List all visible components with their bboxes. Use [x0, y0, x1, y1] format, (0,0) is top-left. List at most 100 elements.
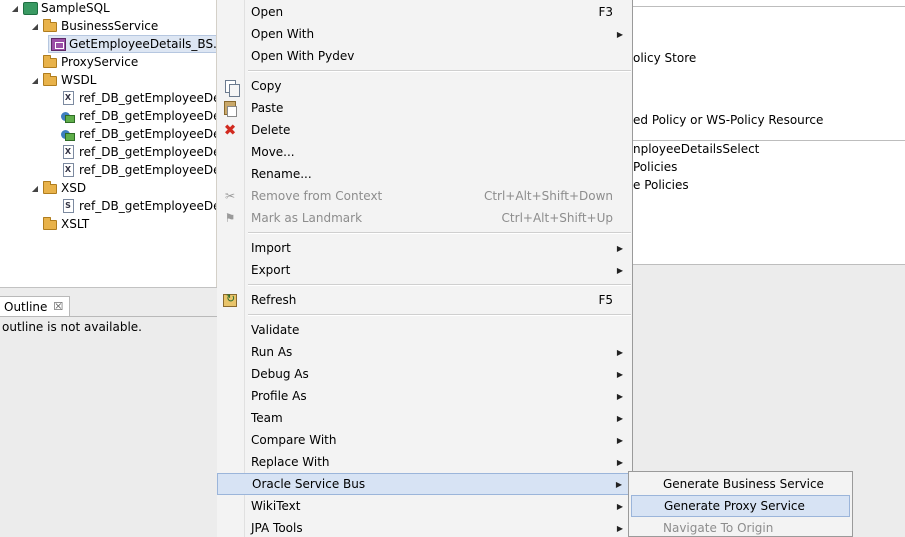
menu-item-label: Remove from Context	[251, 189, 383, 203]
menu-item-copy[interactable]: Copy	[217, 75, 633, 97]
menu-item-export[interactable]: Export ▶	[217, 259, 633, 281]
tree-item[interactable]: ref_DB_getEmployeeDeta	[48, 125, 217, 143]
menu-item-jpa-tools[interactable]: JPA Tools ▶	[217, 517, 633, 537]
expand-triangle-icon[interactable]: ◢	[30, 179, 40, 197]
tree-item[interactable]: XSLT	[30, 215, 89, 233]
tree-item[interactable]: ◢ XSD	[30, 179, 86, 197]
menu-item-replace-with[interactable]: Replace With ▶	[217, 451, 633, 473]
submenu-arrow-icon: ▶	[616, 243, 623, 253]
tree-item-label: ref_DB_getEmployeeDeta	[79, 163, 217, 177]
editor-divider	[633, 140, 905, 141]
menu-item-delete[interactable]: ✖ Delete	[217, 119, 633, 141]
menu-item-label: Replace With	[251, 455, 330, 469]
tree-item[interactable]: ref_DB_getEmployeeDeta	[48, 107, 217, 125]
tree-item[interactable]: Xref_DB_getEmployeeDeta	[48, 161, 217, 179]
tree-item[interactable]: ◢ WSDL	[30, 71, 96, 89]
menu-item-label: Delete	[251, 123, 291, 137]
tree-item[interactable]: Sref_DB_getEmployeeDeta	[48, 197, 217, 215]
schema-file-icon: S	[60, 198, 76, 214]
menu-item-open-with[interactable]: Open With ▶	[217, 23, 633, 45]
editor-divider	[628, 264, 905, 265]
tree-item-label: ref_DB_getEmployeeDeta	[79, 109, 217, 123]
editor-text-policies-1: Policies	[633, 160, 678, 174]
menu-item-label: Team	[251, 411, 283, 425]
menu-item-label: JPA Tools	[251, 521, 303, 535]
tree-item[interactable]: ◢ SampleSQL	[10, 0, 110, 17]
menu-separator	[248, 70, 631, 72]
outline-body: outline is not available.	[0, 316, 217, 537]
menu-separator	[248, 284, 631, 286]
tree-item[interactable]: Xref_DB_getEmployeeDeta	[48, 143, 217, 161]
submenu-item-navigate-to-origin: Navigate To Origin	[631, 517, 850, 537]
menu-item-rename[interactable]: Rename...	[217, 163, 633, 185]
tree-item-label: XSD	[61, 181, 87, 195]
submenu-arrow-icon: ▶	[616, 501, 623, 511]
outline-view: outline is not available. Outline ☒	[0, 287, 217, 537]
wsdl-icon	[60, 108, 76, 124]
editor-divider	[633, 6, 905, 7]
menu-item-oracle-service-bus[interactable]: Oracle Service Bus ▶	[217, 473, 633, 495]
submenu-arrow-icon: ▶	[616, 457, 623, 467]
tree-item-label: SampleSQL	[41, 1, 110, 15]
landmark-icon: ⚑	[224, 211, 236, 225]
menu-item-move[interactable]: Move...	[217, 141, 633, 163]
tree-item-label: ProxyService	[61, 55, 139, 69]
menu-item-label: Mark as Landmark	[251, 211, 363, 225]
menu-item-import[interactable]: Import ▶	[217, 237, 633, 259]
menu-item-open[interactable]: Open F3	[217, 1, 633, 23]
tree-item-label: XSLT	[61, 217, 90, 231]
menu-item-label: Import	[251, 241, 291, 255]
menu-item-label: Open With	[251, 27, 315, 41]
tree-item[interactable]: GetEmployeeDetails_BS.b	[48, 35, 217, 53]
business-service-icon	[51, 36, 66, 52]
close-icon[interactable]: ☒	[53, 300, 63, 313]
menu-item-paste[interactable]: Paste	[217, 97, 633, 119]
tab-outline[interactable]: Outline ☒	[0, 296, 70, 316]
tree-item[interactable]: ◢ BusinessService	[30, 17, 158, 35]
menu-item-label: Debug As	[251, 367, 309, 381]
wsdl-icon	[60, 126, 76, 142]
tree-item[interactable]: Xref_DB_getEmployeeDeta	[48, 89, 217, 107]
menu-item-compare-with[interactable]: Compare With ▶	[217, 429, 633, 451]
oracle-service-bus-submenu: Generate Business Service Generate Proxy …	[628, 471, 853, 537]
folder-icon	[42, 54, 58, 70]
tree-item-label: BusinessService	[61, 19, 159, 33]
folder-icon	[42, 180, 58, 196]
tree-item-label: GetEmployeeDetails_BS.b	[69, 37, 217, 51]
menu-item-open-with-pydev[interactable]: Open With Pydev	[217, 45, 633, 67]
expand-triangle-icon[interactable]: ◢	[30, 17, 40, 35]
submenu-item-label: Generate Proxy Service	[664, 499, 805, 513]
remove-context-icon: ✂	[224, 189, 236, 203]
expand-triangle-icon[interactable]: ◢	[10, 0, 20, 17]
project-explorer-tree[interactable]: ◢ SampleSQL ◢ BusinessService GetEmployeeDet…	[0, 0, 217, 287]
menu-item-shortcut: Ctrl+Alt+Shift+Up	[501, 211, 613, 225]
menu-item-team[interactable]: Team ▶	[217, 407, 633, 429]
tree-item-label: ref_DB_getEmployeeDeta	[79, 145, 217, 159]
submenu-arrow-icon: ▶	[616, 435, 623, 445]
submenu-item-generate-proxy-service[interactable]: Generate Proxy Service	[631, 495, 850, 517]
refresh-icon	[222, 292, 238, 308]
outline-message: outline is not available.	[2, 320, 142, 334]
menu-item-profile-as[interactable]: Profile As ▶	[217, 385, 633, 407]
submenu-item-label: Generate Business Service	[663, 477, 824, 491]
menu-item-wikitext[interactable]: WikiText ▶	[217, 495, 633, 517]
menu-item-label: Refresh	[251, 293, 297, 307]
expand-triangle-icon[interactable]: ◢	[30, 71, 40, 89]
submenu-item-generate-business-service[interactable]: Generate Business Service	[631, 473, 850, 495]
menu-item-label: Open With Pydev	[251, 49, 355, 63]
menu-item-shortcut: Ctrl+Alt+Shift+Down	[483, 189, 613, 203]
menu-item-run-as[interactable]: Run As ▶	[217, 341, 633, 363]
submenu-arrow-icon: ▶	[615, 479, 622, 489]
menu-item-label: Move...	[251, 145, 295, 159]
menu-item-validate[interactable]: Validate	[217, 319, 633, 341]
menu-item-refresh[interactable]: Refresh F5	[217, 289, 633, 311]
editor-text-policies-2: e Policies	[633, 178, 689, 192]
editor-text-employee-select: nployeeDetailsSelect	[633, 142, 760, 156]
menu-item-mark-as-landmark: ⚑ Mark as Landmark Ctrl+Alt+Shift+Up	[217, 207, 633, 229]
tree-item[interactable]: ProxyService	[30, 53, 138, 71]
menu-item-label: Export	[251, 263, 291, 277]
menu-item-debug-as[interactable]: Debug As ▶	[217, 363, 633, 385]
